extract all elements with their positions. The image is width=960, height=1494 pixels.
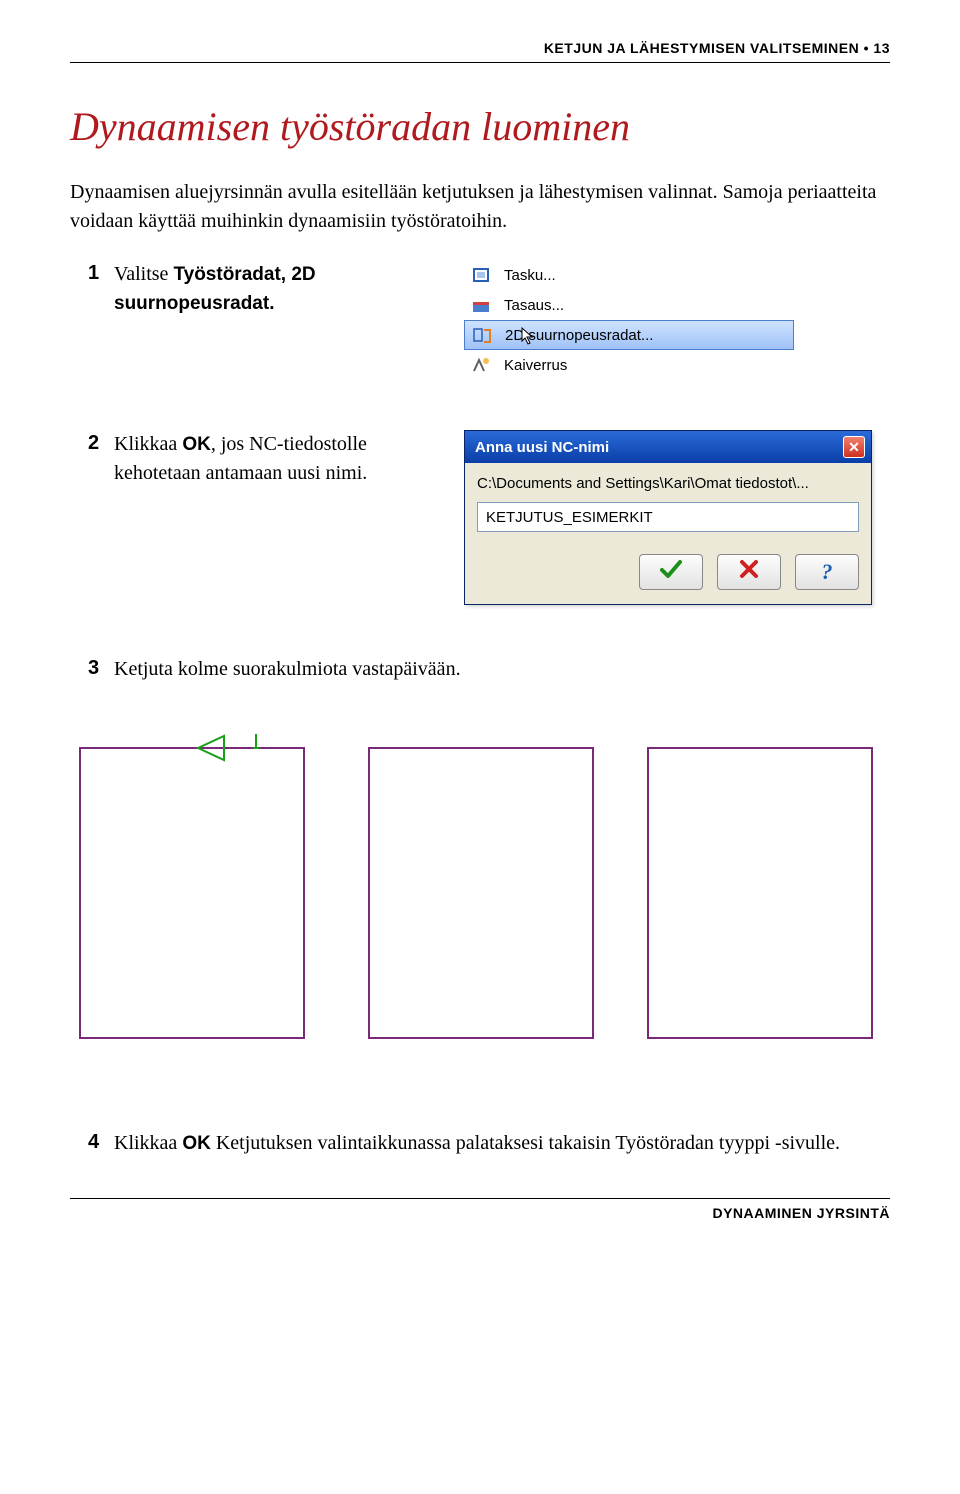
step-bold-term: OK [182,434,211,455]
rectangle-1 [76,734,326,1049]
page-header: KETJUN JA LÄHESTYMISEN VALITSEMINEN • 13 [70,40,890,63]
dialog-titlebar: Anna uusi NC-nimi ✕ [465,431,871,463]
rectangle-3 [634,734,884,1049]
context-menu-screenshot: Tasku... Tasaus... 2D suurnopeusradat... [464,260,794,380]
highspeed-icon [469,324,495,346]
intro-paragraph: Dynaamisen aluejyrsinnän avulla esitellä… [70,178,890,236]
rectangle-2 [355,734,605,1049]
menu-label: Kaiverrus [504,357,567,374]
header-bullet: • [864,40,869,56]
mouse-cursor-icon [521,327,535,348]
nc-name-input[interactable] [477,502,859,532]
section-title: Dynaamisen työstöradan luominen [70,103,890,150]
cross-icon [738,558,760,586]
page-footer: DYNAAMINEN JYRSINTÄ [70,1198,890,1221]
facing-icon [468,294,494,316]
menu-label: Tasaus... [504,297,564,314]
menu-item-tasku[interactable]: Tasku... [464,260,794,290]
step-2: 2 Klikkaa OK, jos NC-tiedostolle kehotet… [70,430,890,605]
dialog-body: C:\Documents and Settings\Kari\Omat tied… [465,463,871,604]
dialog-close-button[interactable]: ✕ [843,436,865,458]
step-4: 4 Klikkaa OK Ketjutuksen valintaikkunass… [70,1129,890,1158]
dialog-ok-button[interactable] [639,554,703,590]
step-text: Valitse Työstöradat, 2D suurnopeusradat. [114,260,444,318]
menu-label: Tasku... [504,267,556,284]
dialog-button-row: ? [477,554,859,590]
menu-item-tasaus[interactable]: Tasaus... [464,290,794,320]
close-icon: ✕ [848,439,860,456]
step-text: Ketjuta kolme suorakulmiota vastapäivään… [114,655,461,684]
header-section: KETJUN JA LÄHESTYMISEN VALITSEMINEN [544,40,859,56]
step-number: 4 [70,1129,114,1154]
step-number: 2 [70,430,114,455]
menu-item-kaiverrus[interactable]: Kaiverrus [464,350,794,380]
step-number: 1 [70,260,114,285]
step-bold-term: OK [182,1133,211,1154]
step-number: 3 [70,655,114,680]
step-1: 1 Valitse Työstöradat, 2D suurnopeusrada… [70,260,890,380]
checkmark-icon [659,558,683,586]
dialog-path-label: C:\Documents and Settings\Kari\Omat tied… [477,475,859,492]
step-3: 3 Ketjuta kolme suorakulmiota vastapäivä… [70,655,890,684]
engrave-icon [468,354,494,376]
menu-item-2d-suurnopeusradat[interactable]: 2D suurnopeusradat... [464,320,794,350]
rectangles-illustration [70,734,890,1049]
dialog-help-button[interactable]: ? [795,554,859,590]
dialog-title: Anna uusi NC-nimi [475,439,609,456]
dialog-cancel-button[interactable] [717,554,781,590]
header-page-number: 13 [873,40,890,56]
nc-name-dialog: Anna uusi NC-nimi ✕ C:\Documents and Set… [464,430,872,605]
question-icon: ? [822,559,833,585]
step-text: Klikkaa OK, jos NC-tiedostolle kehotetaa… [114,430,444,488]
step-text: Klikkaa OK Ketjutuksen valintaikkunassa … [114,1129,840,1158]
pocket-icon [468,264,494,286]
